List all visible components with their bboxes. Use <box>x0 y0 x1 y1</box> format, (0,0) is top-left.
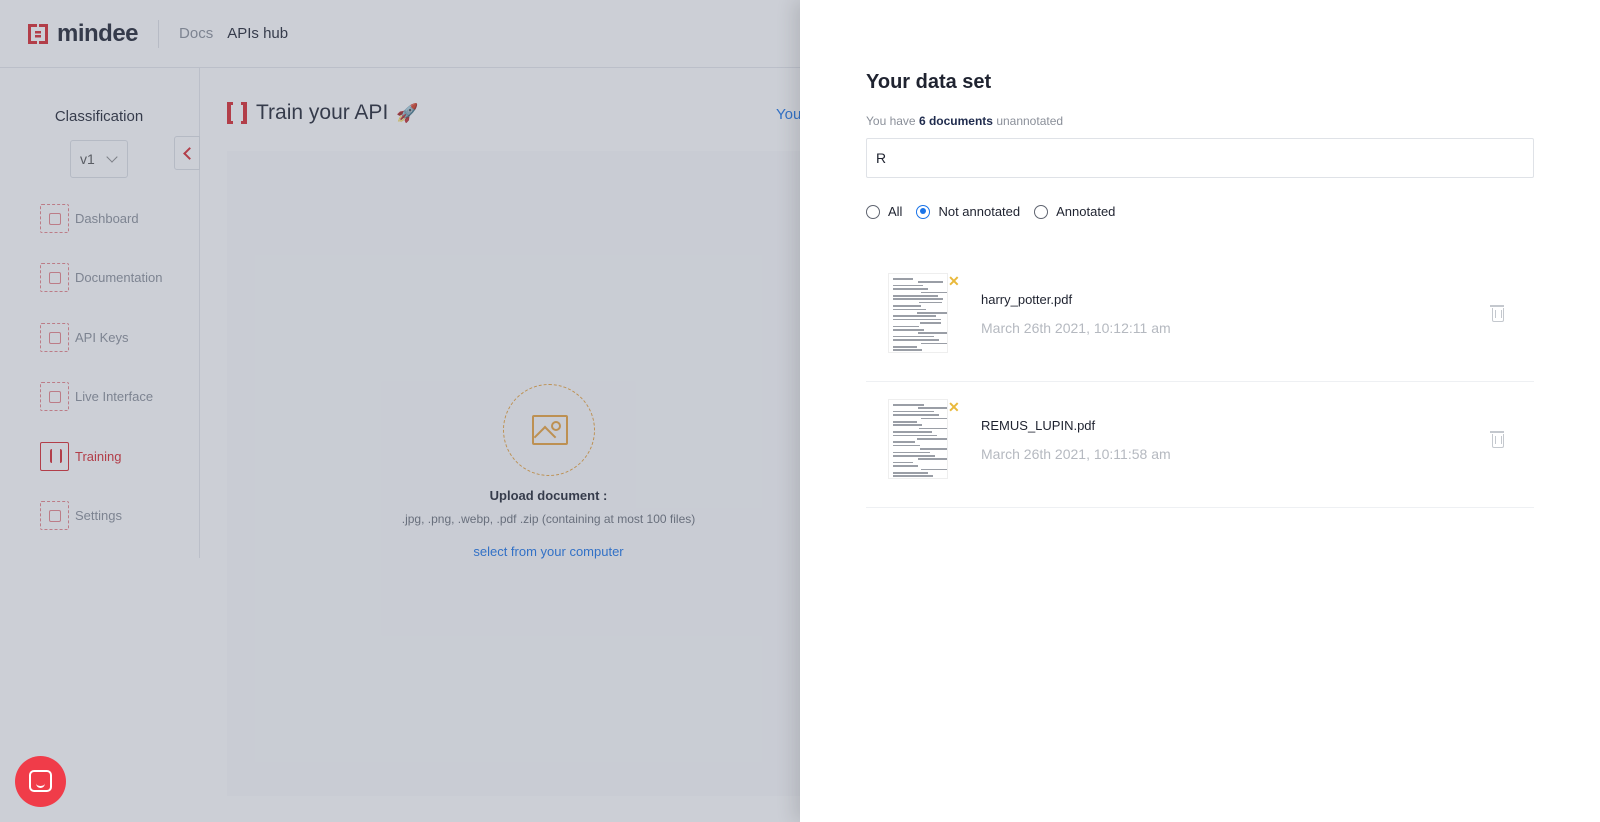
thumbnail-text-line <box>893 349 922 351</box>
thumbnail-text-line <box>919 427 947 430</box>
dataset-drawer: Your data set You have 6 documents unann… <box>800 0 1600 822</box>
search-input[interactable] <box>866 138 1534 178</box>
thumbnail-text-line <box>917 312 947 314</box>
thumbnail-text-line <box>917 438 947 440</box>
thumbnail-text-line <box>920 448 947 450</box>
document-thumbnail <box>888 399 948 479</box>
thumbnail-text-line <box>893 424 922 426</box>
thumbnail-text-line <box>893 308 926 311</box>
document-name: REMUS_LUPIN.pdf <box>981 418 1096 433</box>
document-date: March 26th 2021, 10:11:58 am <box>981 446 1171 462</box>
filter-not-annotated[interactable]: Not annotated <box>916 204 1020 219</box>
thumbnail-text-line <box>920 322 941 324</box>
trash-icon[interactable] <box>1490 431 1504 448</box>
drawer-title: Your data set <box>866 71 992 93</box>
thumbnail-text-line <box>893 475 933 477</box>
thumbnail-text-line <box>893 451 930 454</box>
subtitle-prefix: You have <box>866 114 916 128</box>
thumbnail-text-line <box>921 417 947 420</box>
thumbnail-text-line <box>893 431 932 433</box>
subtitle-suffix: unannotated <box>996 114 1064 128</box>
thumbnail-text-line <box>893 295 938 297</box>
thumbnail-text-line <box>893 461 913 464</box>
thumbnail-text-line <box>918 332 947 334</box>
thumbnail-text-line <box>893 421 917 423</box>
thumbnail-text-line <box>918 281 943 283</box>
thumbnail-text-line <box>893 339 939 341</box>
thumbnail-text-line <box>893 325 919 328</box>
radio-checked-icon <box>916 204 931 219</box>
thumbnail-text-line <box>918 458 947 460</box>
thumbnail-text-line <box>893 441 915 443</box>
thumbnail-text-line <box>893 465 918 467</box>
thumbnail-text-line <box>893 298 943 300</box>
thumbnail-text-line <box>893 404 924 406</box>
thumbnail-text-line <box>893 414 939 416</box>
thumbnail-text-line <box>893 434 937 437</box>
annotation-filter: All Not annotated Annotated <box>866 204 1129 219</box>
document-thumbnail <box>888 273 948 353</box>
not-annotated-icon: ✕ <box>948 399 960 415</box>
thumbnail-text-line <box>921 291 947 294</box>
filter-annotated[interactable]: Annotated <box>1034 204 1115 219</box>
document-date: March 26th 2021, 10:12:11 am <box>981 320 1171 336</box>
thumbnail-text-line <box>893 288 928 290</box>
thumbnail-text-line <box>921 468 947 471</box>
thumbnail-text-line <box>893 455 935 457</box>
filter-label: Not annotated <box>938 204 1021 219</box>
filter-label: Annotated <box>1056 204 1116 219</box>
thumbnail-text-line <box>893 278 913 280</box>
thumbnail-text-line <box>893 472 928 474</box>
drawer-subtitle: You have 6 documents unannotated <box>866 114 1063 128</box>
modal-overlay[interactable] <box>0 0 800 822</box>
thumbnail-text-line <box>893 318 941 321</box>
document-row[interactable]: ✕ REMUS_LUPIN.pdf March 26th 2021, 10:11… <box>866 382 1534 508</box>
thumbnail-text-line <box>893 315 936 317</box>
thumbnail-text-line <box>893 329 924 331</box>
radio-icon <box>1034 204 1049 219</box>
radio-icon <box>866 204 880 219</box>
filter-all[interactable]: All <box>866 204 902 219</box>
thumbnail-text-line <box>918 407 947 409</box>
thumbnail-text-line <box>893 346 917 348</box>
not-annotated-icon: ✕ <box>948 273 960 289</box>
chat-launcher-button[interactable] <box>15 756 66 807</box>
thumbnail-text-line <box>893 335 934 338</box>
thumbnail-text-line <box>919 301 942 304</box>
filter-label: All <box>888 204 903 219</box>
chat-icon <box>29 770 52 792</box>
thumbnail-text-line <box>921 342 947 345</box>
document-count: 6 documents <box>918 114 993 128</box>
thumbnail-text-line <box>893 410 934 413</box>
trash-icon[interactable] <box>1490 305 1504 322</box>
thumbnail-text-line <box>893 305 921 307</box>
document-name: harry_potter.pdf <box>981 292 1073 307</box>
thumbnail-text-line <box>893 284 923 287</box>
thumbnail-text-line <box>893 444 920 447</box>
document-row[interactable]: ✕ harry_potter.pdf March 26th 2021, 10:1… <box>866 256 1534 382</box>
